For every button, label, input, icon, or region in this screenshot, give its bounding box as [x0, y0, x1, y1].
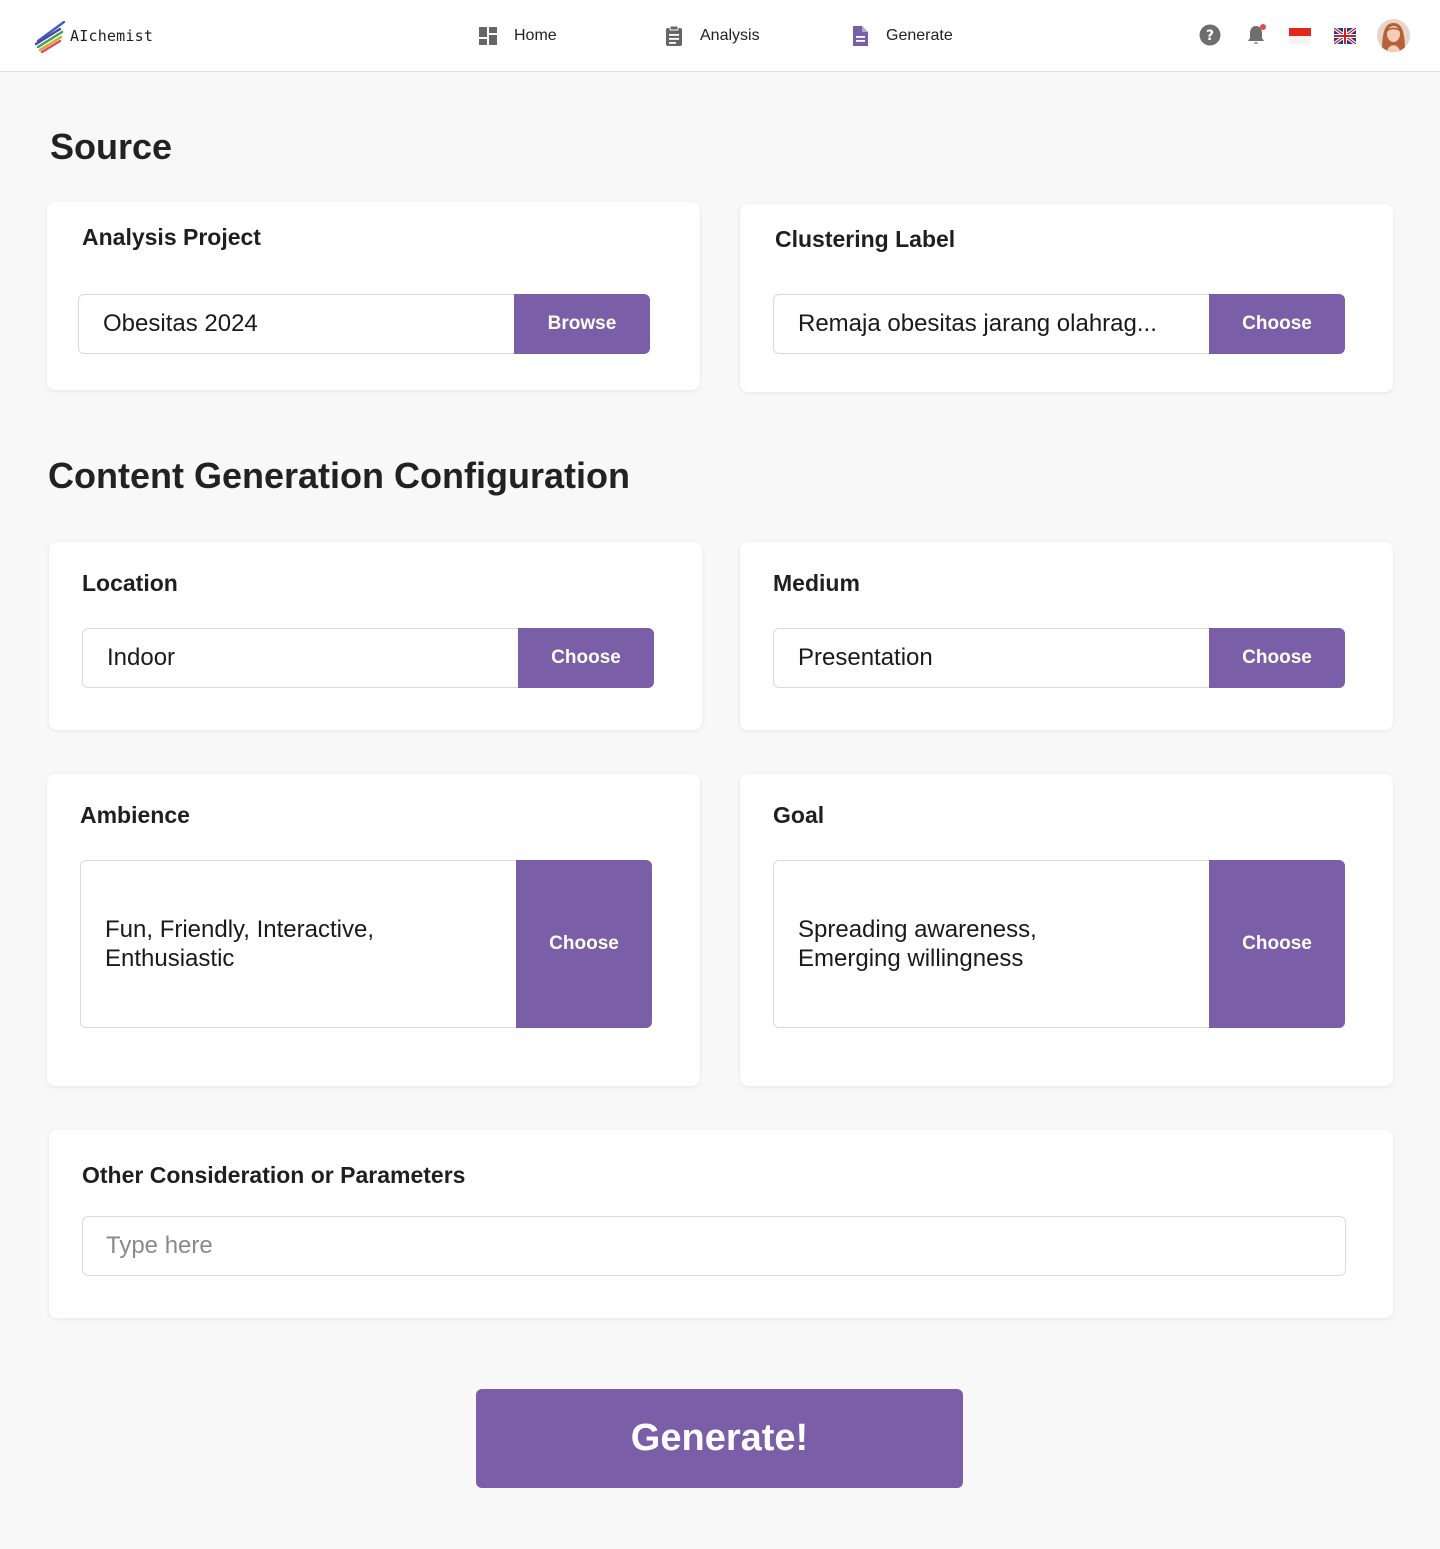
- nav-home[interactable]: Home: [476, 22, 557, 50]
- ambience-card: Ambience Fun, Friendly, Interactive, Ent…: [47, 774, 700, 1086]
- other-parameters-input[interactable]: [82, 1216, 1346, 1276]
- document-icon: [853, 26, 868, 46]
- analysis-project-label: Analysis Project: [82, 224, 261, 250]
- location-value[interactable]: Indoor: [82, 628, 518, 688]
- clustering-label-card: Clustering Label Remaja obesitas jarang …: [740, 204, 1393, 392]
- medium-label: Medium: [773, 570, 860, 596]
- nav-home-label: Home: [514, 27, 557, 44]
- browse-button[interactable]: Browse: [514, 294, 650, 354]
- uk-flag-icon[interactable]: [1334, 28, 1356, 44]
- brand[interactable]: AIchemist: [34, 19, 153, 53]
- ambience-field: Fun, Friendly, Interactive, Enthusiastic…: [80, 860, 652, 1028]
- ambience-label: Ambience: [80, 802, 190, 828]
- goal-value[interactable]: Spreading awareness, Emerging willingnes…: [773, 860, 1209, 1028]
- nav-generate-label: Generate: [886, 27, 953, 44]
- ambience-value[interactable]: Fun, Friendly, Interactive, Enthusiastic: [80, 860, 516, 1028]
- medium-value[interactable]: Presentation: [773, 628, 1209, 688]
- analysis-project-value[interactable]: Obesitas 2024: [78, 294, 514, 354]
- analysis-project-field: Obesitas 2024 Browse: [78, 294, 650, 354]
- user-avatar[interactable]: [1377, 19, 1410, 52]
- analysis-project-card: Analysis Project Obesitas 2024 Browse: [47, 202, 700, 390]
- clustering-label-label: Clustering Label: [775, 226, 956, 252]
- medium-choose-button[interactable]: Choose: [1209, 628, 1345, 688]
- brand-name: AIchemist: [70, 27, 154, 45]
- goal-choose-button[interactable]: Choose: [1209, 860, 1345, 1028]
- source-section-title: Source: [50, 126, 173, 167]
- goal-card: Goal Spreading awareness, Emerging willi…: [740, 774, 1393, 1086]
- location-label: Location: [82, 570, 178, 596]
- goal-field: Spreading awareness, Emerging willingnes…: [773, 860, 1345, 1028]
- nav-analysis[interactable]: Analysis: [662, 22, 760, 50]
- nav-generate[interactable]: Generate: [848, 22, 953, 50]
- medium-field: Presentation Choose: [773, 628, 1345, 688]
- user-avatar-image: [1377, 19, 1410, 52]
- ambience-choose-button[interactable]: Choose: [516, 860, 652, 1028]
- clustering-label-choose-button[interactable]: Choose: [1209, 294, 1345, 354]
- location-choose-button[interactable]: Choose: [518, 628, 654, 688]
- medium-card: Medium Presentation Choose: [740, 542, 1393, 730]
- top-navigation-bar: AIchemist Home Analysis Generate ?: [0, 0, 1440, 72]
- location-field: Indoor Choose: [82, 628, 654, 688]
- clustering-label-field: Remaja obesitas jarang olahrag... Choose: [773, 294, 1345, 354]
- dashboard-icon: [479, 27, 497, 45]
- config-section-title: Content Generation Configuration: [48, 455, 630, 496]
- location-card: Location Indoor Choose: [49, 542, 702, 730]
- clustering-label-value[interactable]: Remaja obesitas jarang olahrag...: [773, 294, 1209, 354]
- help-icon[interactable]: ?: [1197, 22, 1223, 48]
- brand-logo-icon: [34, 20, 66, 53]
- clipboard-icon: [666, 25, 682, 46]
- other-parameters-label: Other Consideration or Parameters: [82, 1162, 466, 1188]
- bell-icon[interactable]: [1243, 22, 1269, 48]
- nav-analysis-label: Analysis: [700, 27, 760, 44]
- goal-label: Goal: [773, 802, 825, 828]
- generate-button[interactable]: Generate!: [476, 1389, 963, 1488]
- svg-text:?: ?: [1206, 28, 1214, 44]
- indonesia-flag-icon[interactable]: [1289, 28, 1311, 44]
